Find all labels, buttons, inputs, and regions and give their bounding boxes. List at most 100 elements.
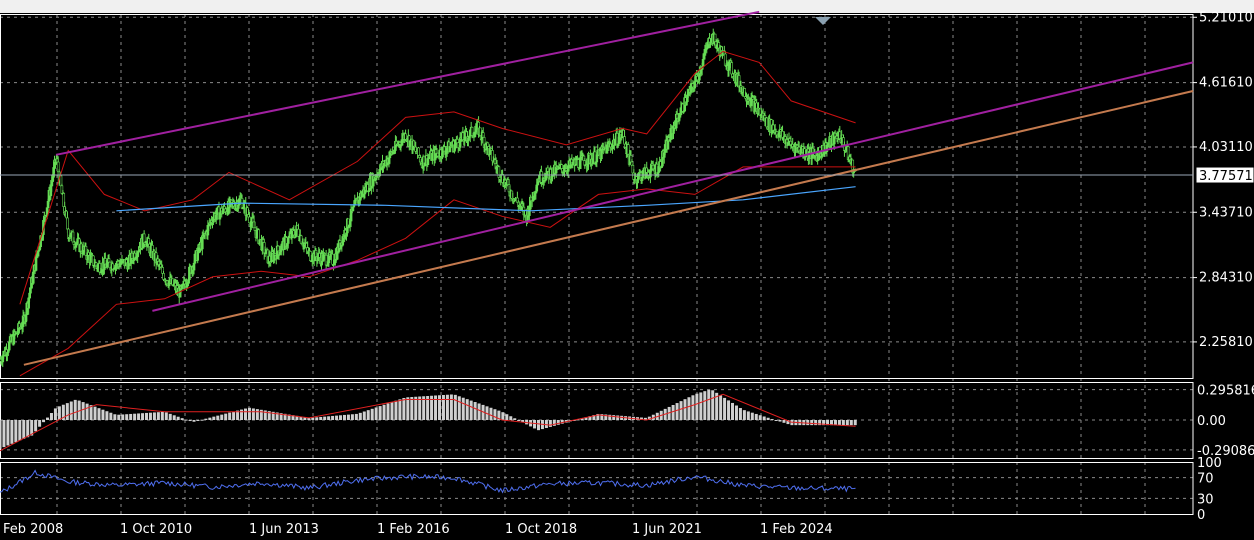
histogram-bar (311, 417, 315, 420)
histogram-bar (766, 417, 770, 420)
rsi-line[interactable] (0, 469, 856, 494)
histogram-bar (228, 412, 232, 420)
histogram-bar (125, 414, 129, 420)
histogram-bar (370, 408, 374, 420)
histogram-bar (536, 420, 540, 431)
channel-upper-line[interactable] (55, 10, 760, 156)
histogram-bar (53, 408, 57, 420)
time-tick-label: 1 Jun 2021 (632, 522, 702, 537)
histogram-bar (758, 415, 762, 420)
histogram-bar (46, 417, 50, 420)
histogram-bar (247, 407, 251, 420)
histogram-bar (731, 402, 735, 420)
histogram-bar (339, 415, 343, 420)
chart-canvas[interactable]: 5.21010 4.61610 4.03110 3.43710 2.84310 2.258… (0, 0, 1254, 540)
histogram-bar (145, 412, 149, 420)
histogram-bar (176, 416, 180, 420)
histogram-bar (101, 409, 105, 420)
histogram-bar (327, 416, 331, 420)
rsi-tick-label: 30 (1197, 492, 1214, 507)
histogram-bar (810, 420, 814, 426)
histogram-bar (449, 394, 453, 420)
histogram-bar (754, 413, 758, 420)
histogram-bar (469, 400, 473, 420)
candle-body (66, 217, 69, 230)
histogram-bar (845, 420, 849, 426)
price-tick-label: 4.61610 (1199, 76, 1253, 91)
histogram-bar (390, 402, 394, 420)
histogram-bar (26, 420, 30, 438)
histogram-bar (414, 396, 418, 420)
histogram-bar (699, 392, 703, 420)
candle-body (192, 262, 196, 271)
histogram-bar (675, 403, 679, 420)
histogram-bar (65, 403, 69, 420)
histogram-bar (489, 407, 493, 420)
histogram-bar (406, 397, 410, 420)
rsi-panel[interactable] (0, 469, 856, 494)
histogram-bar (196, 420, 200, 421)
histogram-bar (93, 406, 97, 420)
histogram-bar (719, 395, 723, 420)
histogram-bar (727, 400, 731, 420)
histogram-bar (85, 403, 89, 420)
histogram-bar (49, 413, 53, 420)
histogram-bar (394, 400, 398, 420)
histogram-bar (137, 413, 141, 420)
histogram-bar (323, 416, 327, 420)
histogram-bar (69, 401, 73, 420)
histogram-bar (346, 414, 350, 420)
histogram-bar (533, 420, 537, 429)
histogram-bar (240, 409, 244, 420)
candle-body (278, 251, 282, 255)
histogram-bar (133, 413, 137, 420)
time-tick-label: Feb 2008 (3, 522, 63, 537)
histogram-bar (687, 397, 691, 420)
histogram-bar (335, 415, 339, 420)
time-tick-label: 1 Oct 2018 (505, 522, 577, 537)
histogram-bar (220, 414, 224, 420)
histogram-bar (382, 404, 386, 420)
histogram-bar (723, 397, 727, 420)
bollinger-upper-band[interactable] (19, 50, 856, 305)
histogram-bar (778, 420, 782, 422)
candle-body (626, 144, 630, 155)
histogram-bar (14, 420, 18, 443)
bollinger-lower-band[interactable] (19, 166, 856, 377)
current-price-label: 3.77571 (1199, 169, 1253, 184)
histogram-bar (342, 414, 346, 420)
panel-border-price (0, 14, 1194, 379)
histogram-bar (774, 420, 778, 421)
histogram-bar (746, 411, 750, 420)
chart-shift-marker-icon[interactable] (815, 17, 831, 25)
panel-borders (0, 14, 1194, 515)
histogram-bar (544, 420, 548, 429)
histogram-bar (164, 412, 168, 420)
histogram-bar (10, 420, 14, 444)
time-tick-label: 1 Feb 2016 (377, 522, 450, 537)
price-tick-label: 5.21010 (1199, 10, 1253, 25)
candle-body (535, 184, 539, 192)
histogram-bar (612, 415, 616, 420)
histogram-bar (358, 412, 362, 420)
price-axis: 5.21010 4.61610 4.03110 3.43710 2.84310 2.258… (1193, 10, 1254, 523)
histogram-bar (707, 389, 711, 420)
histogram-bar (184, 419, 188, 421)
candle-body (286, 237, 290, 244)
histogram-bar (188, 420, 192, 422)
histogram-bar (552, 420, 556, 426)
histogram-bar (398, 399, 402, 420)
histogram-bar (671, 405, 675, 420)
price-panel[interactable] (0, 10, 1194, 377)
histogram-bar (192, 420, 196, 422)
histogram-bar (232, 411, 236, 420)
channel-lower-line[interactable] (152, 61, 1194, 312)
histogram-bar (212, 416, 216, 420)
histogram-bar (224, 413, 228, 420)
histogram-bar (410, 397, 414, 420)
histogram-bar (386, 403, 390, 420)
histogram-bar (683, 399, 687, 420)
histogram-bar (505, 414, 509, 420)
histogram-bar (695, 393, 699, 420)
histogram-bar (703, 391, 707, 420)
